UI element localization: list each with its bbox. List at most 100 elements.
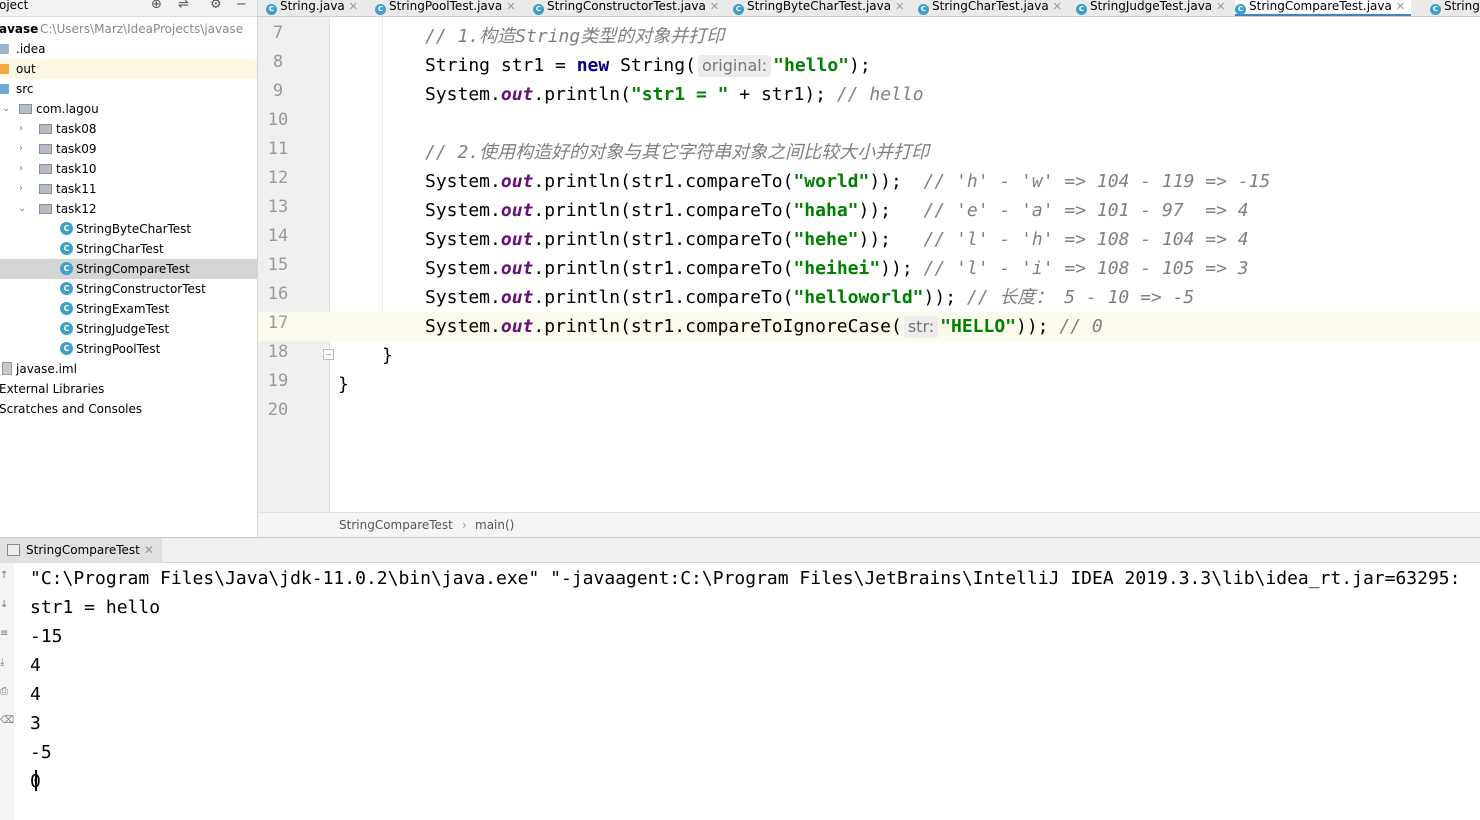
tab-string-constructor-test[interactable]: C StringConstructorTest.java ✕: [533, 0, 719, 16]
line-number: 8: [272, 52, 284, 72]
chevron-right-icon[interactable]: ›: [19, 159, 29, 179]
tree-item-string-exam-test[interactable]: C StringExamTest: [0, 299, 257, 319]
tab-string-java[interactable]: C String.java ✕: [266, 0, 358, 16]
tab-string-overflow[interactable]: C String: [1430, 0, 1480, 16]
close-icon[interactable]: ✕: [710, 0, 719, 13]
code-field: out: [500, 84, 534, 105]
hide-panel-icon[interactable]: −: [236, 0, 247, 12]
close-icon[interactable]: ✕: [349, 0, 358, 13]
tree-item-label: task08: [56, 122, 97, 136]
code-token: }: [338, 374, 349, 395]
code-comment: // 'e' - 'a' => 101 - 97 => 4: [923, 200, 1249, 221]
print-icon[interactable]: ⎙: [0, 687, 10, 697]
tree-item-javase-iml[interactable]: javase.iml: [0, 359, 257, 379]
tree-item-task12[interactable]: ⌄ task12: [0, 199, 257, 219]
tree-item-task08[interactable]: › task08: [0, 119, 257, 139]
package-icon: [39, 184, 52, 194]
java-class-icon: C: [1076, 4, 1087, 15]
chevron-down-icon[interactable]: ⌄: [18, 199, 28, 219]
tree-item-string-judge-test[interactable]: C StringJudgeTest: [0, 319, 257, 339]
tree-item-task10[interactable]: › task10: [0, 159, 257, 179]
project-panel-title[interactable]: oject: [0, 0, 28, 12]
tree-item-root[interactable]: avase C:\Users\Marz\IdeaProjects\javase: [0, 19, 257, 39]
tab-label: String: [1444, 0, 1480, 13]
chevron-down-icon[interactable]: ⌄: [2, 99, 12, 119]
line-number: 20: [267, 400, 289, 420]
close-icon[interactable]: ✕: [144, 543, 154, 557]
close-icon[interactable]: ✕: [895, 0, 904, 13]
java-class-icon: C: [60, 282, 73, 295]
code-comment: // 0: [1059, 316, 1103, 337]
code-token: .println(str1.compareTo(: [533, 200, 794, 221]
soft-wrap-icon[interactable]: ≡: [0, 629, 10, 639]
tree-item-idea[interactable]: .idea: [0, 39, 257, 59]
code-line-19: }: [330, 370, 1480, 399]
breadcrumb-class[interactable]: StringCompareTest: [339, 518, 453, 532]
code-comment: // 长度： 5 - 10 => -5: [966, 287, 1195, 308]
tree-root-label: avase: [0, 22, 39, 36]
close-icon[interactable]: ✕: [1396, 0, 1405, 13]
tree-item-string-byte-char-test[interactable]: C StringByteCharTest: [0, 219, 257, 239]
code-line-14: System.out.println(str1.compareTo("hehe"…: [330, 225, 1480, 254]
console-line: 3: [30, 713, 41, 734]
tree-item-label: StringJudgeTest: [76, 322, 170, 336]
code-comment: // 'l' - 'h' => 108 - 104 => 4: [923, 229, 1249, 250]
close-icon[interactable]: ✕: [506, 0, 515, 13]
tree-item-string-compare-test[interactable]: C StringCompareTest: [0, 259, 257, 279]
java-class-icon: C: [533, 4, 544, 15]
chevron-right-icon[interactable]: ›: [19, 139, 29, 159]
tab-string-byte-char-test[interactable]: C StringByteCharTest.java ✕: [733, 0, 904, 16]
tree-item-string-pool-test[interactable]: C StringPoolTest: [0, 339, 257, 359]
close-icon[interactable]: ✕: [1216, 0, 1225, 13]
tree-item-scratches[interactable]: Scratches and Consoles: [0, 399, 257, 419]
tab-string-char-test[interactable]: C StringCharTest.java ✕: [918, 0, 1062, 16]
gear-icon[interactable]: ⚙: [210, 0, 222, 12]
module-file-icon: [2, 362, 12, 375]
delete-icon[interactable]: ⌫: [0, 716, 14, 726]
code-line-7: // 1.构造String类型的对象并打印: [330, 22, 1480, 51]
tree-item-com-lagou[interactable]: ⌄ com.lagou: [0, 99, 257, 119]
close-icon[interactable]: ✕: [1053, 0, 1062, 13]
code-field: out: [500, 258, 534, 279]
code-keyword: new: [576, 55, 610, 76]
tree-item-out[interactable]: out: [0, 59, 257, 79]
code-token: .println(: [533, 84, 631, 105]
java-class-icon: C: [60, 262, 73, 275]
breadcrumb-method[interactable]: main(): [475, 518, 514, 532]
folder-icon: [0, 44, 9, 54]
tree-item-label: out: [16, 62, 36, 76]
line-number: 17: [267, 313, 289, 333]
tab-string-pool-test[interactable]: C StringPoolTest.java ✕: [375, 0, 515, 16]
java-class-icon: C: [60, 342, 73, 355]
tab-string-judge-test[interactable]: C StringJudgeTest.java ✕: [1076, 0, 1225, 16]
code-line-16: System.out.println(str1.compareTo("hello…: [330, 283, 1480, 312]
tree-item-src[interactable]: src: [0, 79, 257, 99]
code-token: ));: [869, 171, 924, 192]
code-string: "world": [793, 171, 870, 192]
run-toolbar: ↑ ↓ ≡ ⤓ ⎙ ⌫: [0, 563, 14, 820]
tree-item-label: StringCompareTest: [76, 262, 190, 276]
tab-string-compare-test[interactable]: C StringCompareTest.java ✕: [1235, 0, 1412, 16]
code-token: ));: [880, 258, 924, 279]
scroll-to-end-icon[interactable]: ⤓: [0, 658, 10, 668]
tree-item-task09[interactable]: › task09: [0, 139, 257, 159]
tree-item-string-char-test[interactable]: C StringCharTest: [0, 239, 257, 259]
chevron-right-icon[interactable]: ›: [19, 179, 29, 199]
stop-icon[interactable]: ↓: [0, 600, 10, 610]
tree-item-task11[interactable]: › task11: [0, 179, 257, 199]
code-token: ));: [1016, 316, 1060, 337]
collapse-all-icon[interactable]: ⇌: [178, 0, 189, 12]
run-tab[interactable]: StringCompareTest ✕: [0, 538, 162, 563]
code-token: }: [382, 345, 393, 366]
tree-item-label: .idea: [16, 42, 46, 56]
rerun-icon[interactable]: ↑: [0, 571, 10, 581]
chevron-right-icon[interactable]: ›: [19, 119, 29, 139]
locate-icon[interactable]: ⊕: [151, 0, 162, 12]
code-token: String str1 =: [425, 55, 577, 76]
line-number: 13: [267, 197, 289, 217]
tree-item-external-libraries[interactable]: External Libraries: [0, 379, 257, 399]
tab-label: StringCompareTest.java: [1249, 0, 1392, 13]
console-line: str1 = hello: [30, 597, 161, 618]
tree-item-string-constructor-test[interactable]: C StringConstructorTest: [0, 279, 257, 299]
console-line: 4: [30, 655, 41, 676]
